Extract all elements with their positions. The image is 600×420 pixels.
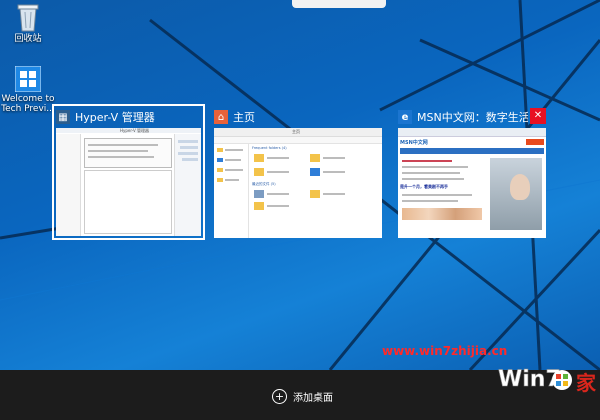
home-icon: ⌂ — [214, 110, 228, 124]
welcome-label: Welcome to Tech Previ... — [1, 94, 55, 114]
plus-icon: + — [272, 389, 287, 404]
hyperv-icon: ▦ — [56, 110, 70, 124]
window-preview-hyperv: Hyper-V 管理器 — [56, 128, 201, 236]
top-indicator — [292, 0, 386, 8]
window-title-bar: ⌂ 主页 — [214, 106, 382, 128]
window-title-bar: e MSN中文网：数字生活 ... — [398, 106, 528, 128]
svg-text:家: 家 — [576, 371, 597, 395]
win7-logo-icon: Win7 家 — [498, 367, 597, 395]
window-preview-explorer: 主页 Frequent folders (4) 最近的文件 (5) — [214, 128, 382, 238]
watermark-url: www.win7zhijia.cn — [382, 344, 508, 358]
desktop-icon-recycle-bin[interactable]: 回收站 — [0, 2, 56, 44]
msn-banner: MSN中文网 — [400, 140, 428, 146]
watermark-logo: Win7 家 — [496, 356, 600, 400]
window-title: Hyper-V 管理器 — [75, 111, 155, 124]
window-title-bar: ▦ Hyper-V 管理器 — [56, 106, 203, 128]
task-view-window-hyperv[interactable]: ▦ Hyper-V 管理器 Hyper-V 管理器 — [52, 104, 205, 240]
edge-icon: e — [398, 110, 412, 124]
recent-files-header: 最近的文件 (5) — [252, 182, 276, 186]
recycle-bin-label: 回收站 — [14, 34, 42, 44]
desktop-icon-welcome[interactable]: Welcome to Tech Previ... — [0, 66, 56, 114]
msn-caption: 是升一个月，看美剧不再手 — [400, 184, 448, 189]
inner-title: 主页 — [292, 129, 300, 134]
task-view-window-explorer[interactable]: ⌂ 主页 主页 Frequent folders (4) 最近的文件 (5) — [214, 106, 382, 238]
recycle-bin-icon — [17, 4, 39, 32]
svg-text:Win7: Win7 — [498, 367, 561, 392]
window-title: MSN中文网：数字生活 ... — [417, 111, 528, 124]
add-desktop-button[interactable]: + 添加桌面 — [272, 389, 333, 404]
window-preview-msn: MSN中文网 是升一个月，看美剧不再手 — [398, 128, 546, 238]
close-window-button[interactable]: ✕ — [530, 108, 546, 124]
inner-title: Hyper-V 管理器 — [120, 128, 149, 133]
frequent-folders-header: Frequent folders (4) — [252, 146, 287, 150]
windows-logo-icon — [15, 66, 41, 92]
window-title: 主页 — [233, 111, 255, 124]
task-view-window-msn[interactable]: e MSN中文网：数字生活 ... ✕ MSN中文网 是升一个月，看美剧不再手 — [398, 106, 546, 238]
add-desktop-label: 添加桌面 — [293, 393, 333, 404]
